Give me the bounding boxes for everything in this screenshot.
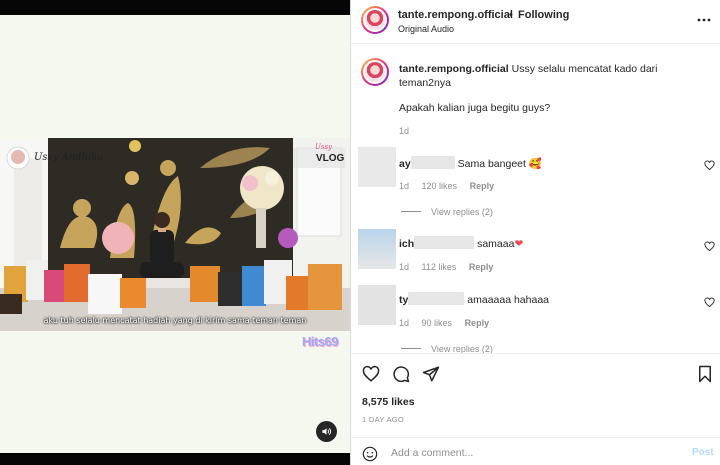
commenter-username[interactable]: ty [399, 294, 408, 306]
watermark-logo: Hits69 [302, 334, 339, 349]
commenter-avatar[interactable] [358, 229, 396, 269]
video-subtitle: aku tuh selalu mencatat hadiah yang di k… [43, 316, 307, 325]
audio-link[interactable]: Original Audio [398, 24, 454, 34]
comment-meta: 1d 120 likes Reply [399, 181, 504, 191]
view-replies-button[interactable]: View replies (2) [401, 344, 493, 353]
comment-emoji: 🥰 [528, 158, 542, 170]
comment-body: ay Sama bangeet 🥰 [399, 156, 542, 170]
comment-text: amaaaaa hahaaa [467, 294, 550, 306]
media-letterbox-bottom [0, 453, 350, 465]
like-heart-icon[interactable] [362, 365, 380, 383]
video-frame[interactable] [0, 138, 350, 331]
comments-section[interactable]: tante.rempong.official Ussy selalu menca… [351, 45, 720, 353]
heart-icon[interactable] [704, 297, 715, 308]
video-creator-overlay: Ussy Andhika [34, 152, 104, 163]
caption: tante.rempong.official Ussy selalu menca… [399, 62, 699, 90]
header-separator: • [509, 9, 513, 21]
sound-toggle-button[interactable] [316, 421, 337, 442]
redacted-username [414, 236, 475, 249]
post-timestamp: 1 DAY AGO [362, 415, 405, 424]
comment-reply-button[interactable]: Reply [465, 318, 490, 328]
comment-reply-button[interactable]: Reply [469, 262, 494, 272]
sound-icon [322, 427, 332, 436]
comment-input[interactable] [391, 445, 671, 461]
view-replies-label: View replies (2) [431, 344, 493, 353]
view-replies-button[interactable]: View replies (2) [401, 207, 493, 217]
comment-reply-button[interactable]: Reply [470, 181, 495, 191]
caption-extra-text: Apakah kalian juga begitu guys? [399, 102, 551, 114]
emoji-icon[interactable] [362, 446, 378, 462]
view-replies-label: View replies (2) [431, 207, 493, 217]
post-actions: 8,575 likes 1 DAY AGO [351, 353, 720, 437]
comment-body: ty amaaaaa hahaaa [399, 292, 549, 306]
comment-text: samaaa [477, 238, 515, 250]
save-icon[interactable] [696, 365, 714, 383]
video-scene [0, 138, 350, 331]
post-media[interactable]: Ussy Andhika Ussy VLOG aku tuh selalu me… [0, 0, 350, 465]
share-icon[interactable] [422, 365, 440, 383]
commenter-username[interactable]: ay [399, 158, 411, 170]
comment-time: 1d [399, 318, 410, 328]
caption-timestamp: 1d [399, 126, 410, 136]
comment-time: 1d [399, 262, 410, 272]
author-username[interactable]: tante.rempong.official [398, 9, 513, 21]
comment-meta: 1d 112 likes Reply [399, 262, 503, 272]
comment-text: Sama bangeet [457, 158, 526, 170]
more-icon[interactable] [697, 12, 711, 28]
comment-item: ay Sama bangeet 🥰 1d 120 likes Reply Vie… [351, 145, 720, 217]
commenter-avatar[interactable] [358, 147, 396, 187]
commenter-username[interactable]: ich [399, 238, 414, 250]
post-header: tante.rempong.official • Following Origi… [351, 0, 720, 44]
post-comment-button[interactable]: Post [692, 447, 714, 458]
comment-composer: Post [351, 437, 720, 465]
commenter-avatar[interactable] [358, 285, 396, 325]
comment-likes[interactable]: 112 likes [422, 262, 457, 272]
caption-username[interactable]: tante.rempong.official [399, 63, 509, 75]
comment-emoji: ❤ [514, 238, 524, 250]
post-side-panel: tante.rempong.official • Following Origi… [350, 0, 720, 465]
comment-meta: 1d 90 likes Reply [399, 318, 499, 328]
caption-author-avatar[interactable] [361, 58, 389, 86]
comment-likes[interactable]: 120 likes [422, 181, 458, 191]
redacted-username [408, 292, 465, 305]
video-vlog-label: VLOG [316, 153, 345, 164]
author-avatar[interactable] [361, 6, 389, 34]
comment-time: 1d [399, 181, 410, 191]
heart-icon[interactable] [704, 160, 715, 171]
heart-icon[interactable] [704, 241, 715, 252]
video-vlog-tag: Ussy [315, 143, 333, 151]
media-letterbox-top [0, 0, 350, 15]
comment-likes[interactable]: 90 likes [422, 318, 453, 328]
comment-body: ich samaaa❤ [399, 236, 523, 250]
redacted-username [410, 156, 455, 169]
comment-item: ty amaaaaa hahaaa 1d 90 likes Reply View… [351, 284, 720, 353]
following-button[interactable]: Following [518, 9, 569, 21]
comment-icon[interactable] [392, 365, 410, 383]
likes-count[interactable]: 8,575 likes [362, 396, 415, 408]
